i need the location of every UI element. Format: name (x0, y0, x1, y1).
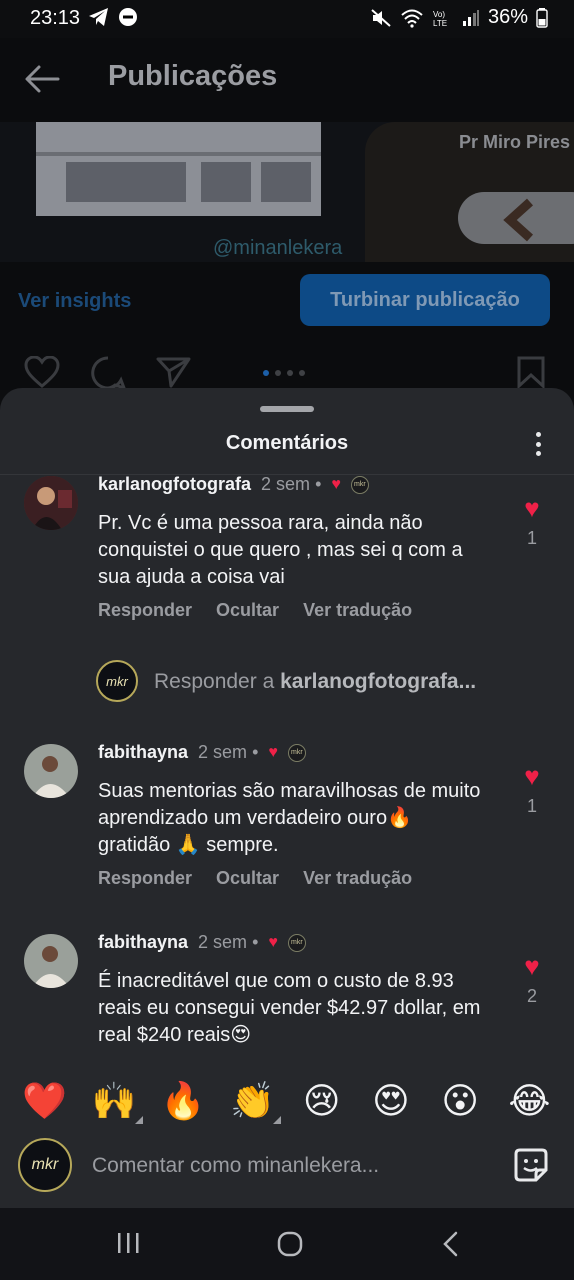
comment-time: 2 sem • (198, 932, 259, 952)
comment-icon[interactable] (90, 356, 126, 390)
creator-liked-heart-icon: ♥ (268, 933, 278, 951)
status-time: 23:13 (30, 7, 81, 29)
creator-badge: mkr (287, 933, 306, 952)
comment-like[interactable]: ♥ 1 (514, 762, 550, 817)
comment-text: Pr. Vc é uma pessoa rara, ainda não conq… (98, 512, 463, 588)
emoji-surprised[interactable]: 😮 (435, 1080, 485, 1122)
comment-header: karlanogfotografa 2 sem • ♥ mkr (98, 474, 369, 495)
creator-badge: mkr (350, 475, 369, 494)
comments-title: Comentários (225, 432, 349, 454)
comment-username[interactable]: fabithayna (98, 742, 188, 763)
chevron-left-icon (503, 198, 534, 242)
creator-liked-heart-icon: ♥ (268, 743, 278, 761)
overlay-name: Pr Miro Pires (458, 132, 570, 152)
avatar[interactable] (24, 476, 78, 530)
emoji-reaction-bar: ❤️ 🙌 🔥 👏 😢 😍 😮 😂 (0, 1076, 574, 1126)
comment-like[interactable]: ♥ 2 (514, 952, 550, 1007)
top-header: Publicações (0, 38, 574, 122)
emoji-raised-hands[interactable]: 🙌 (89, 1080, 143, 1124)
emoji-heart-eyes[interactable]: 😍 (366, 1080, 416, 1122)
reply-prompt-text[interactable]: Responder a karlanogfotografa... (154, 670, 476, 694)
heart-filled-icon[interactable]: ♥ (514, 494, 550, 522)
recent-apps-icon[interactable] (116, 1230, 142, 1256)
comment-input-row: mkr (0, 1134, 574, 1198)
translate-button[interactable]: Ver tradução (303, 868, 412, 889)
emoji-fire[interactable]: 🔥 (158, 1080, 208, 1122)
battery-percent: 36% (487, 6, 528, 28)
hide-button[interactable]: Ocultar (216, 600, 279, 621)
comment-actions: Responder Ocultar Ver tradução (98, 868, 412, 889)
carousel-indicator (263, 370, 305, 376)
comment-actions: Responder Ocultar Ver tradução (98, 600, 412, 621)
heart-filled-icon[interactable]: ♥ (514, 952, 550, 980)
battery-icon (536, 7, 548, 28)
emoji-heart[interactable]: ❤️ (20, 1080, 70, 1122)
post-media[interactable]: Pr Miro Pires @minanlekera (0, 122, 574, 262)
creator-liked-heart-icon: ♥ (331, 475, 341, 493)
svg-text:Vo): Vo) (433, 10, 445, 19)
emoji-laughing[interactable]: 😂 (504, 1080, 554, 1122)
post-screenshot-image (36, 122, 321, 216)
share-icon[interactable] (156, 356, 192, 388)
translate-button[interactable]: Ver tradução (303, 600, 412, 621)
back-nav-icon[interactable] (440, 1230, 462, 1258)
svg-text:LTE: LTE (433, 19, 447, 28)
home-icon[interactable] (276, 1230, 304, 1258)
do-not-disturb-icon (119, 8, 137, 26)
comment-header: fabithayna 2 sem • ♥ mkr (98, 932, 306, 953)
reply-button[interactable]: Responder (98, 600, 192, 621)
comment-time: 2 sem • (261, 474, 322, 494)
emoji-clapping[interactable]: 👏 (227, 1080, 282, 1124)
post-handle: @minanlekera (213, 237, 343, 259)
signal-icon (462, 9, 479, 26)
reply-button[interactable]: Responder (98, 868, 192, 889)
my-avatar: mkr (96, 660, 138, 702)
like-count: 1 (526, 796, 537, 816)
comment-input[interactable] (92, 1146, 492, 1186)
comment-time: 2 sem • (198, 742, 259, 762)
back-arrow-icon[interactable] (24, 64, 60, 94)
like-icon[interactable] (24, 356, 60, 388)
comment-text: É inacreditável que com o custo de 8.93 … (98, 970, 481, 1046)
telegram-icon (89, 8, 108, 26)
system-nav-bar (0, 1208, 574, 1280)
more-options-icon[interactable] (528, 430, 548, 458)
like-count: 2 (526, 986, 537, 1006)
heart-filled-icon[interactable]: ♥ (514, 762, 550, 790)
sheet-grabber[interactable] (260, 406, 314, 412)
avatar[interactable] (24, 934, 78, 988)
status-left-icons (88, 7, 138, 27)
status-bar: 23:13 Vo) LTE 36% (0, 0, 574, 38)
sticker-icon[interactable] (512, 1146, 550, 1184)
my-avatar: mkr (18, 1138, 72, 1192)
comment-header: fabithayna 2 sem • ♥ mkr (98, 742, 306, 763)
boost-post-button[interactable]: Turbinar publicação (300, 274, 550, 326)
wifi-icon (401, 9, 423, 28)
view-insights-link[interactable]: Ver insights (18, 290, 131, 313)
avatar[interactable] (24, 744, 78, 798)
page-title: Publicações (108, 60, 278, 92)
comment-username[interactable]: karlanogfotografa (98, 474, 251, 495)
comment-text: Suas mentorias são maravilhosas de muito… (98, 780, 481, 856)
like-count: 1 (526, 528, 537, 548)
emoji-crying[interactable]: 😢 (297, 1080, 347, 1122)
hide-button[interactable]: Ocultar (216, 868, 279, 889)
comment-username[interactable]: fabithayna (98, 932, 188, 953)
comment-like[interactable]: ♥ 1 (514, 494, 550, 549)
lte-icon: Vo)LTE (433, 10, 447, 28)
bookmark-icon[interactable] (516, 356, 546, 388)
creator-badge: mkr (287, 743, 306, 762)
reply-prompt[interactable]: mkr Responder a karlanogfotografa... (96, 660, 556, 704)
status-right-icons: Vo) LTE 36% (370, 6, 548, 29)
mute-icon (371, 8, 391, 27)
post-actions: Ver insights Turbinar publicação (0, 262, 574, 390)
